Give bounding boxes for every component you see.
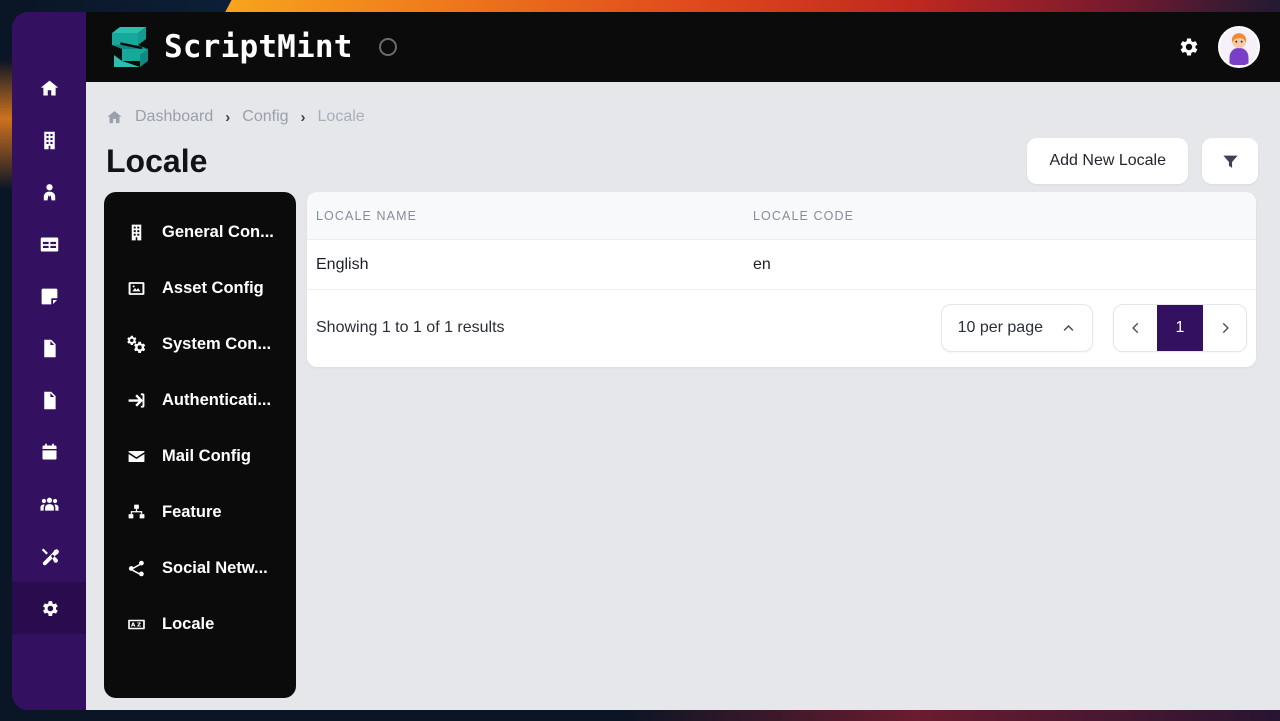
pager-next-button[interactable] [1203, 305, 1246, 351]
rail-item-documents[interactable] [12, 322, 86, 374]
rail-item-employees[interactable] [12, 166, 86, 218]
rail-item-notes[interactable] [12, 270, 86, 322]
rail-item-calendar[interactable] [12, 426, 86, 478]
calendar-icon [39, 442, 60, 463]
config-menu[interactable]: General Con... Asset Config System Con..… [104, 192, 296, 698]
config-item-social-network[interactable]: Social Netw... [104, 540, 296, 596]
config-item-label: Authenticati... [162, 390, 272, 409]
share-nodes-icon [126, 559, 146, 578]
pager-page-1[interactable]: 1 [1157, 305, 1203, 351]
chevron-right-icon [1218, 321, 1232, 335]
file-contract-icon [39, 390, 60, 411]
loading-spinner [378, 38, 397, 56]
pager-prev-button[interactable] [1114, 305, 1157, 351]
building-icon [126, 223, 146, 242]
chevron-right-icon: › [225, 108, 231, 126]
cell-locale-code: en [753, 255, 771, 273]
breadcrumb-item-locale: Locale [317, 108, 365, 125]
cogs-icon [126, 335, 146, 354]
language-icon [126, 615, 146, 634]
rail-item-home[interactable] [12, 62, 86, 114]
rail-item-teams[interactable] [12, 478, 86, 530]
users-icon [39, 494, 60, 515]
rail-item-tables[interactable] [12, 218, 86, 270]
per-page-select[interactable]: 10 per page [940, 304, 1093, 352]
table-icon [39, 234, 60, 255]
chevron-up-icon [1061, 321, 1076, 336]
config-item-general-config[interactable]: General Con... [104, 204, 296, 260]
column-header-locale-name: LOCALE NAME [316, 208, 418, 223]
sitemap-icon [126, 503, 146, 522]
tools-icon [39, 546, 60, 567]
file-image-icon [39, 338, 60, 359]
filter-button[interactable] [1202, 138, 1258, 184]
envelope-icon [126, 447, 146, 466]
config-item-label: Mail Config [162, 446, 251, 465]
brand[interactable]: ScriptMint [104, 23, 353, 71]
brand-name: ScriptMint [164, 29, 353, 65]
breadcrumb-item-config[interactable]: Config [242, 108, 288, 126]
sticky-note-icon [39, 286, 60, 307]
app-frame: ScriptMint Dashboard › Config › Locale L… [86, 12, 1280, 710]
app-header: ScriptMint [86, 12, 1280, 82]
config-item-asset-config[interactable]: Asset Config [104, 260, 296, 316]
cell-locale-name: English [316, 255, 369, 273]
left-rail-sidebar[interactable] [12, 12, 86, 710]
home-icon[interactable] [106, 109, 123, 126]
rail-item-settings[interactable] [12, 582, 86, 634]
chevron-right-icon: › [300, 108, 306, 126]
image-icon [126, 279, 146, 298]
per-page-label: 10 per page [957, 319, 1043, 336]
config-item-label: System Con... [162, 334, 272, 353]
config-item-label: Feature [162, 502, 222, 521]
rail-item-contracts[interactable] [12, 374, 86, 426]
results-summary: Showing 1 to 1 of 1 results [316, 319, 505, 336]
pagination-controls: 10 per page 1 [940, 304, 1247, 352]
config-item-feature[interactable]: Feature [104, 484, 296, 540]
building-icon [39, 130, 60, 151]
rail-items [12, 12, 86, 634]
rail-item-tools[interactable] [12, 530, 86, 582]
pager: 1 [1113, 304, 1247, 352]
gear-icon[interactable] [1176, 35, 1200, 59]
header-actions [1176, 26, 1260, 68]
config-item-authentication[interactable]: Authenticati... [104, 372, 296, 428]
table-footer: Showing 1 to 1 of 1 results 10 per page … [307, 290, 1256, 366]
config-item-locale[interactable]: Locale [104, 596, 296, 652]
config-item-label: Asset Config [162, 278, 264, 297]
config-item-mail-config[interactable]: Mail Config [104, 428, 296, 484]
locale-table-card: LOCALE NAME LOCALE CODE English en Showi… [307, 192, 1256, 367]
page-actions: Add New Locale [1027, 138, 1258, 184]
page-title: Locale [106, 142, 208, 179]
scriptmint-logo [104, 23, 156, 71]
sign-in-icon [126, 391, 146, 410]
user-tie-icon [39, 182, 60, 203]
table-header-row: LOCALE NAME LOCALE CODE [307, 192, 1256, 240]
config-item-label: Social Netw... [162, 558, 268, 577]
breadcrumb: Dashboard › Config › Locale [106, 108, 365, 126]
home-icon [39, 78, 60, 99]
rail-item-company[interactable] [12, 114, 86, 166]
top-band-gradient-stripe [225, 0, 1280, 12]
breadcrumb-item-dashboard[interactable]: Dashboard [135, 108, 213, 126]
chevron-left-icon [1129, 321, 1143, 335]
filter-icon [1221, 152, 1240, 171]
gear-icon [39, 598, 60, 619]
config-item-label: Locale [162, 614, 215, 633]
config-item-system-config[interactable]: System Con... [104, 316, 296, 372]
page-title-row: Locale Add New Locale [106, 138, 1258, 184]
table-row[interactable]: English en [307, 240, 1256, 290]
config-item-label: General Con... [162, 222, 274, 241]
user-avatar[interactable] [1218, 26, 1260, 68]
add-new-locale-button[interactable]: Add New Locale [1027, 138, 1188, 184]
column-header-locale-code: LOCALE CODE [753, 208, 855, 223]
